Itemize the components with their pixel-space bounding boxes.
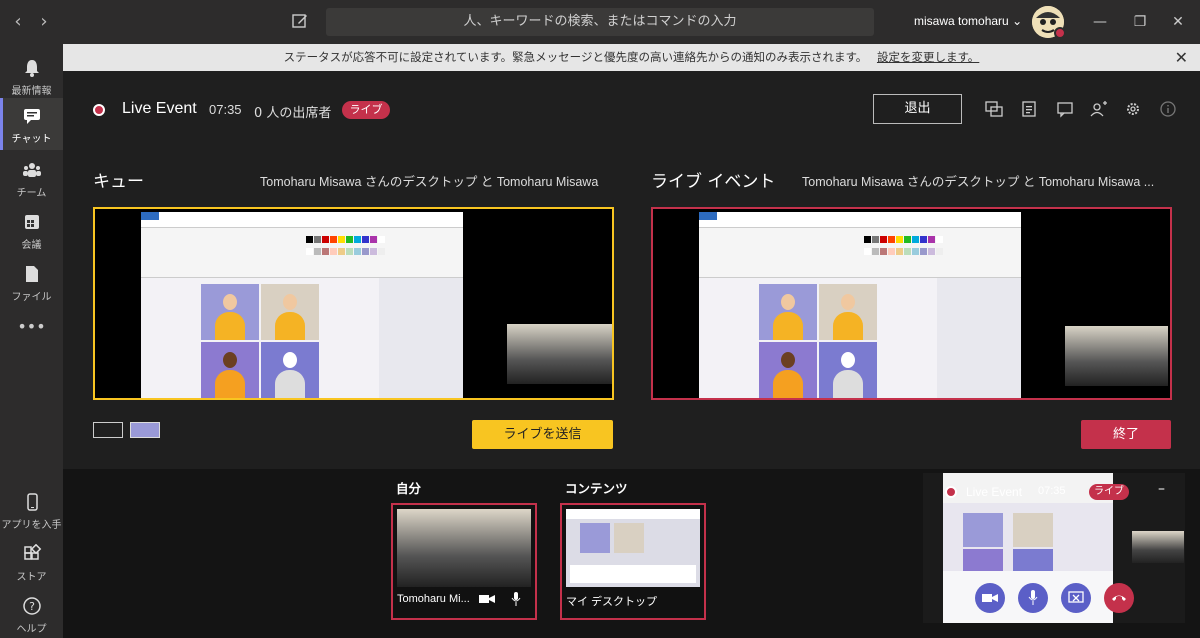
- sidebar-item-store[interactable]: ストア: [0, 536, 63, 588]
- stop-share-icon: [1068, 591, 1084, 603]
- camera-icon[interactable]: [479, 593, 495, 605]
- banner-text: ステータスが応答不可に設定されています。緊急メッセージと優先度の高い連絡先からの…: [283, 50, 868, 64]
- sidebar-item-more[interactable]: •••: [0, 312, 63, 364]
- sidebar-item-chat[interactable]: チャット: [0, 98, 63, 150]
- live-title: ライブ イベント: [651, 172, 776, 192]
- status-banner: ステータスが応答不可に設定されています。緊急メッセージと優先度の高い連絡先からの…: [63, 44, 1200, 71]
- sidebar-item-label: ヘルプ: [16, 624, 47, 635]
- self-tile[interactable]: Tomoharu Mi...: [391, 503, 537, 620]
- teams-icon: [22, 163, 41, 177]
- back-icon[interactable]: ‹: [8, 12, 28, 32]
- shared-screen-preview: [699, 212, 1021, 398]
- microphone-icon[interactable]: [511, 592, 521, 606]
- maximize-icon[interactable]: ❐: [1130, 12, 1150, 32]
- live-badge: ライブ: [342, 101, 390, 119]
- meeting-notes-icon[interactable]: [1020, 100, 1038, 118]
- self-label: 自分: [396, 481, 422, 496]
- mini-share-button[interactable]: [1061, 583, 1091, 613]
- mini-camera-pip: [1132, 531, 1184, 563]
- chat-icon: [23, 109, 40, 124]
- sidebar-item-teams[interactable]: チーム: [0, 152, 63, 204]
- sidebar-item-files[interactable]: ファイル: [0, 256, 63, 308]
- recording-indicator-icon: [945, 486, 957, 498]
- svg-text:?: ?: [29, 600, 35, 613]
- leave-button[interactable]: 退出: [873, 94, 962, 124]
- layout-pip-button[interactable]: [130, 422, 160, 438]
- queue-preview[interactable]: [93, 207, 614, 400]
- more-icon: •••: [17, 317, 46, 336]
- hang-up-icon: [1112, 595, 1126, 601]
- live-preview[interactable]: [651, 207, 1172, 400]
- phone-icon: [26, 493, 38, 511]
- bell-icon: [24, 60, 39, 77]
- mini-live-badge: ライブ: [1089, 484, 1129, 500]
- recording-indicator-icon: [93, 104, 105, 116]
- mini-hangup-button[interactable]: [1104, 583, 1134, 613]
- self-tile-name: Tomoharu Mi...: [397, 593, 470, 605]
- change-settings-link[interactable]: 設定を変更します。: [877, 50, 979, 64]
- compose-icon[interactable]: [290, 11, 310, 31]
- minimize-icon[interactable]: –: [1158, 481, 1165, 497]
- content-preview: [566, 509, 700, 587]
- store-icon: [23, 544, 41, 560]
- queue-source: Tomoharu Misawa さんのデスクトップ と Tomoharu Mis…: [260, 175, 599, 189]
- end-button[interactable]: 終了: [1081, 420, 1171, 449]
- mini-mic-button[interactable]: [1018, 583, 1048, 613]
- camera-pip: [1065, 326, 1168, 386]
- calendar-icon: [24, 215, 39, 229]
- color-palette: [864, 236, 943, 258]
- camera-icon: [982, 594, 998, 602]
- close-icon[interactable]: ✕: [1175, 44, 1188, 71]
- chat-icon[interactable]: [1056, 100, 1074, 118]
- sidebar-item-help[interactable]: ? ヘルプ: [0, 588, 63, 638]
- sidebar-item-label: ファイル: [11, 292, 52, 303]
- microphone-icon: [1028, 590, 1038, 605]
- mini-elapsed: 07:35: [1038, 485, 1066, 497]
- sidebar-item-get-app[interactable]: アプリを入手: [0, 484, 63, 536]
- layout-single-button[interactable]: [93, 422, 123, 438]
- elapsed-time: 07:35: [209, 102, 242, 117]
- shared-screen-preview: [141, 212, 463, 398]
- do-not-disturb-icon: [1054, 27, 1066, 39]
- sidebar-item-activity[interactable]: 最新情報: [0, 50, 63, 102]
- user-name[interactable]: misawa tomoharu ⌄: [914, 14, 1022, 28]
- sidebar-item-label: 会議: [21, 240, 42, 251]
- color-palette: [306, 236, 385, 258]
- minimize-icon[interactable]: —: [1090, 12, 1110, 32]
- mini-title: Live Event: [966, 485, 1023, 499]
- attendee-count: 0 人の出席者: [254, 106, 332, 121]
- user-name-text: misawa tomoharu: [914, 14, 1009, 28]
- close-icon[interactable]: ✕: [1168, 12, 1188, 32]
- content-tile-name: マイ デスクトップ: [566, 596, 658, 608]
- sidebar-item-label: ストア: [16, 572, 47, 583]
- mini-camera-button[interactable]: [975, 583, 1005, 613]
- gear-icon[interactable]: [1124, 100, 1142, 118]
- sidebar-item-label: 最新情報: [11, 86, 52, 97]
- app-sidebar: 最新情報 チャット チーム 会議 ファイル ••• アプリを入手 ストア ? ヘ…: [0, 44, 63, 638]
- sidebar-item-meetings[interactable]: 会議: [0, 204, 63, 256]
- help-icon: ?: [22, 597, 41, 615]
- live-source: Tomoharu Misawa さんのデスクトップ と Tomoharu Mis…: [802, 175, 1155, 189]
- participants-icon[interactable]: [1090, 100, 1108, 118]
- title-bar: ‹ › 人、キーワードの検索、またはコマンドの入力 misawa tomohar…: [0, 0, 1200, 44]
- mini-meeting-window[interactable]: Live Event 07:35 ライブ –: [923, 473, 1185, 623]
- send-live-button[interactable]: ライブを送信: [472, 420, 613, 449]
- search-input[interactable]: 人、キーワードの検索、またはコマンドの入力: [326, 8, 874, 36]
- camera-pip: [507, 324, 612, 384]
- forward-icon[interactable]: ›: [34, 12, 54, 32]
- self-video: [397, 509, 531, 587]
- sidebar-item-label: チーム: [16, 188, 47, 199]
- sidebar-item-label: チャット: [11, 134, 52, 145]
- chevron-down-icon: ⌄: [1012, 14, 1023, 28]
- file-icon: [25, 266, 38, 282]
- queue-title: キュー: [93, 172, 144, 192]
- sidebar-item-label: アプリを入手: [1, 520, 62, 531]
- content-tile[interactable]: マイ デスクトップ: [560, 503, 706, 620]
- qa-icon[interactable]: [985, 100, 1003, 118]
- event-title: Live Event: [122, 100, 197, 117]
- info-icon[interactable]: [1159, 100, 1177, 118]
- content-label: コンテンツ: [565, 481, 628, 496]
